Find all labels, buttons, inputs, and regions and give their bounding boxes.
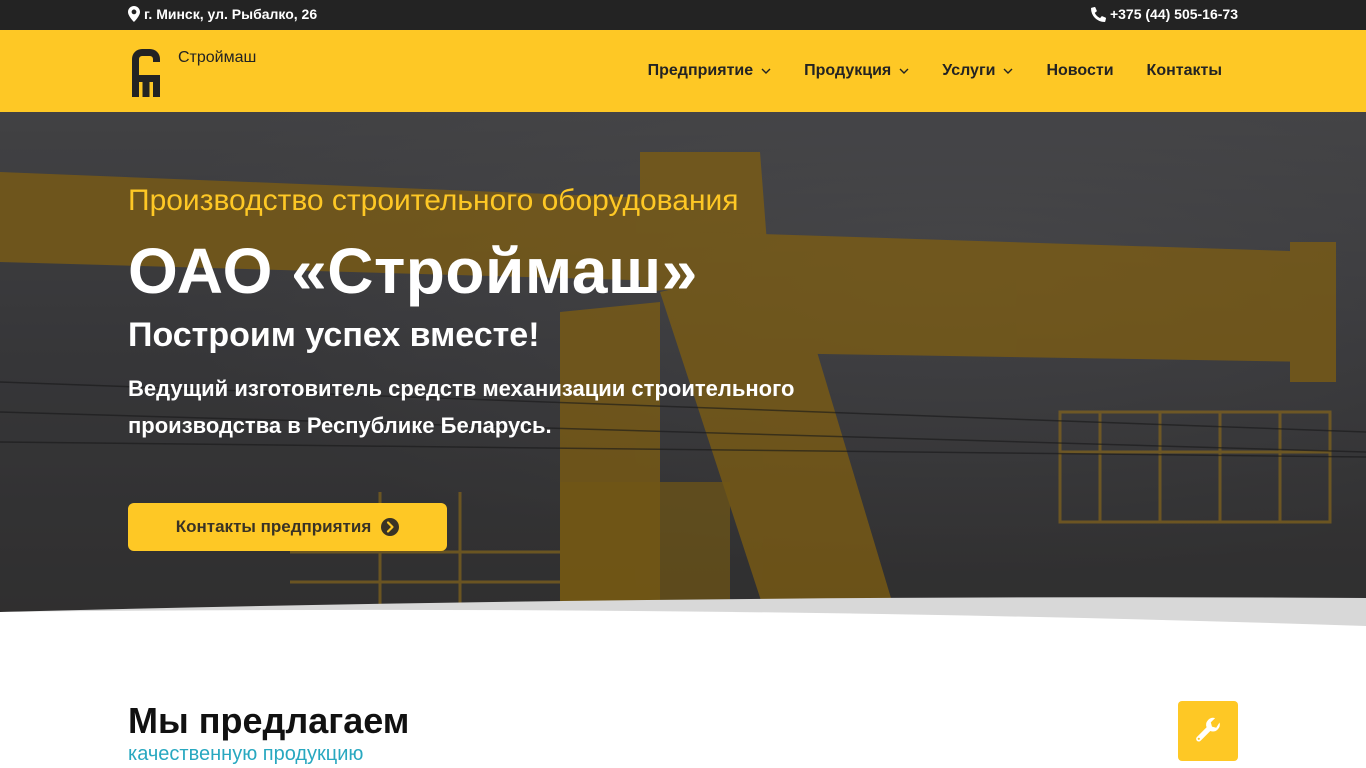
phone-link[interactable]: +375 (44) 505-16-73 [1090, 6, 1238, 22]
hero-title: ОАО «Строймаш» [128, 235, 698, 307]
wrench-badge [1178, 701, 1238, 761]
hero-wave-divider [0, 597, 1366, 628]
logo-icon [132, 49, 160, 97]
chevron-down-icon [899, 68, 909, 74]
arrow-circle-right-icon [381, 518, 400, 536]
top-bar: г. Минск, ул. Рыбалко, 26 +375 (44) 505-… [0, 0, 1366, 30]
wrench-icon [1196, 717, 1220, 742]
nav-item-products[interactable]: Продукция [804, 62, 909, 80]
logo-text: Строймаш [178, 49, 257, 66]
offer-subtitle[interactable]: качественную продукцию [128, 743, 363, 766]
contacts-button-label: Контакты предприятия [175, 517, 372, 536]
hero-description: Ведущий изготовитель средств механизации… [128, 376, 795, 438]
chevron-down-icon [1003, 68, 1013, 74]
hero-banner: Производство строительного оборудования … [0, 112, 1366, 628]
address-text: г. Минск, ул. Рыбалко, 26 [144, 6, 318, 22]
logo-link[interactable]: Строймаш [128, 45, 256, 97]
chevron-down-icon [761, 68, 771, 74]
nav-item-contacts[interactable]: Контакты [1147, 62, 1222, 80]
phone-text: +375 (44) 505-16-73 [1109, 6, 1238, 22]
offer-title: Мы предлагаем [128, 700, 410, 741]
address: г. Минск, ул. Рыбалко, 26 [128, 6, 317, 22]
site-header: Строймаш Предприятие Продукция Услуги Но… [0, 30, 1366, 112]
phone-icon [1090, 6, 1106, 22]
map-marker-icon [128, 6, 140, 22]
main-nav: Предприятие Продукция Услуги Новости Кон… [615, 30, 1222, 112]
nav-item-enterprise[interactable]: Предприятие [648, 62, 772, 80]
contacts-button[interactable]: Контакты предприятия [128, 503, 447, 551]
hero-subtitle: Производство строительного оборудования [128, 184, 739, 217]
nav-item-services[interactable]: Услуги [942, 62, 1013, 80]
hero-slogan: Построим успех вместе! [128, 316, 540, 354]
nav-item-news[interactable]: Новости [1046, 62, 1113, 80]
